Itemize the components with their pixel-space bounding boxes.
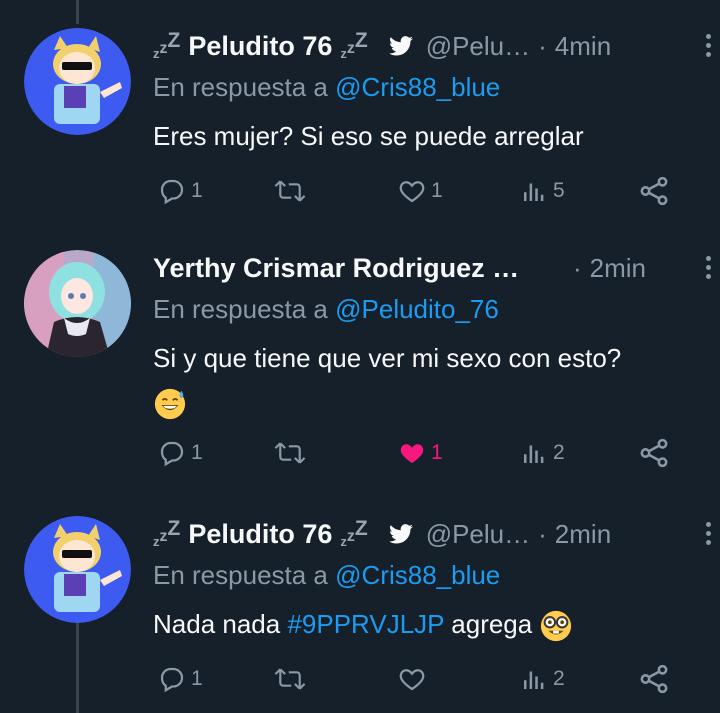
heart-filled-icon	[400, 444, 424, 463]
timestamp[interactable]: 4min	[555, 31, 611, 62]
like-button[interactable]	[397, 664, 431, 694]
views-button[interactable]: 2	[519, 438, 565, 468]
retweet-button[interactable]	[273, 664, 311, 694]
tweet-text: Si y que tiene que ver mi sexo con esto?	[153, 336, 698, 424]
author-handle[interactable]: @Pelu…	[426, 31, 530, 62]
reply-context: En respuesta a @Peludito_76	[153, 294, 499, 325]
share-icon	[640, 176, 668, 206]
tweet-text: Eres mujer? Si eso se puede arreglar	[153, 121, 584, 151]
reply-icon	[160, 667, 184, 693]
timestamp[interactable]: 2min	[590, 253, 646, 284]
reply-mention-link[interactable]: @Cris88_blue	[335, 72, 500, 102]
like-button[interactable]: 1	[397, 176, 443, 206]
views-button[interactable]: 2	[519, 664, 565, 694]
heart-icon	[399, 181, 425, 203]
reply-mention-link[interactable]: @Cris88_blue	[335, 560, 500, 590]
action-bar: 1 1 5	[153, 170, 700, 210]
timestamp[interactable]: 2min	[555, 519, 611, 550]
zzz-icon: zzZ	[153, 29, 181, 61]
share-button[interactable]	[637, 174, 671, 208]
tweet[interactable]: zzZ Peludito 76 zzZ @Pelu… · 2min En res…	[0, 516, 720, 713]
hashtag-link[interactable]: #9PPRVJLJP	[287, 609, 444, 639]
separator-dot: ·	[572, 252, 582, 283]
share-button[interactable]	[637, 436, 671, 470]
separator-dot: ·	[538, 30, 547, 61]
reply-context: En respuesta a @Cris88_blue	[153, 72, 500, 103]
thread-line-top	[76, 0, 79, 24]
retweet-button[interactable]	[273, 438, 311, 468]
author-name[interactable]: Peludito 76	[188, 31, 332, 62]
tweet-header: zzZ Peludito 76 zzZ @Pelu… · 2min	[153, 516, 690, 552]
retweet-icon	[274, 180, 306, 202]
zzz-icon: zzZ	[340, 517, 368, 549]
heart-icon	[399, 669, 425, 691]
retweet-button[interactable]	[273, 176, 311, 206]
views-button[interactable]: 5	[519, 176, 565, 206]
reply-icon	[160, 179, 184, 205]
retweet-icon	[274, 668, 306, 690]
analytics-icon	[524, 445, 544, 463]
share-button[interactable]	[637, 662, 671, 696]
more-options-icon[interactable]	[696, 518, 720, 550]
analytics-icon	[524, 671, 544, 689]
author-handle[interactable]: @Pelu…	[426, 519, 530, 550]
avatar[interactable]	[24, 28, 131, 135]
separator-dot: ·	[538, 518, 547, 549]
reply-button[interactable]: 1	[157, 438, 203, 468]
zzz-icon: zzZ	[153, 517, 181, 549]
share-icon	[640, 664, 668, 694]
tweet-text: Nada nada #9PPRVJLJP agrega	[153, 602, 698, 646]
action-bar: 1 1 2	[153, 432, 700, 472]
tweet[interactable]: Yerthy Crismar Rodriguez … · 2min En res…	[0, 250, 720, 480]
author-name[interactable]: Peludito 76	[188, 519, 332, 550]
analytics-icon	[524, 183, 544, 201]
twitter-bird-icon	[388, 524, 413, 544]
share-icon	[640, 438, 668, 468]
author-name[interactable]: Yerthy Crismar Rodriguez …	[153, 253, 519, 284]
reply-prefix: En respuesta a	[153, 560, 328, 590]
tweet-header: zzZ Peludito 76 zzZ @Pelu… · 4min	[153, 28, 690, 64]
zzz-icon: zzZ	[340, 29, 368, 61]
reply-button[interactable]: 1	[157, 176, 203, 206]
sweat-smile-emoji	[154, 389, 186, 420]
action-bar: 1 2	[153, 658, 700, 698]
nerd-face-emoji	[541, 611, 572, 642]
more-options-icon[interactable]	[696, 30, 720, 62]
reply-mention-link[interactable]: @Peludito_76	[335, 294, 499, 324]
reply-icon	[160, 441, 184, 467]
avatar[interactable]	[24, 516, 131, 623]
avatar[interactable]	[24, 250, 131, 357]
tweet-header: Yerthy Crismar Rodriguez … · 2min	[153, 250, 690, 286]
reply-prefix: En respuesta a	[153, 72, 328, 102]
like-button[interactable]: 1	[397, 438, 443, 468]
retweet-icon	[274, 442, 306, 464]
twitter-bird-icon	[388, 36, 413, 56]
reply-context: En respuesta a @Cris88_blue	[153, 560, 500, 591]
reply-prefix: En respuesta a	[153, 294, 328, 324]
reply-button[interactable]: 1	[157, 664, 203, 694]
tweet[interactable]: zzZ Peludito 76 zzZ @Pelu… · 4min En res…	[0, 28, 720, 228]
more-options-icon[interactable]	[696, 252, 720, 284]
